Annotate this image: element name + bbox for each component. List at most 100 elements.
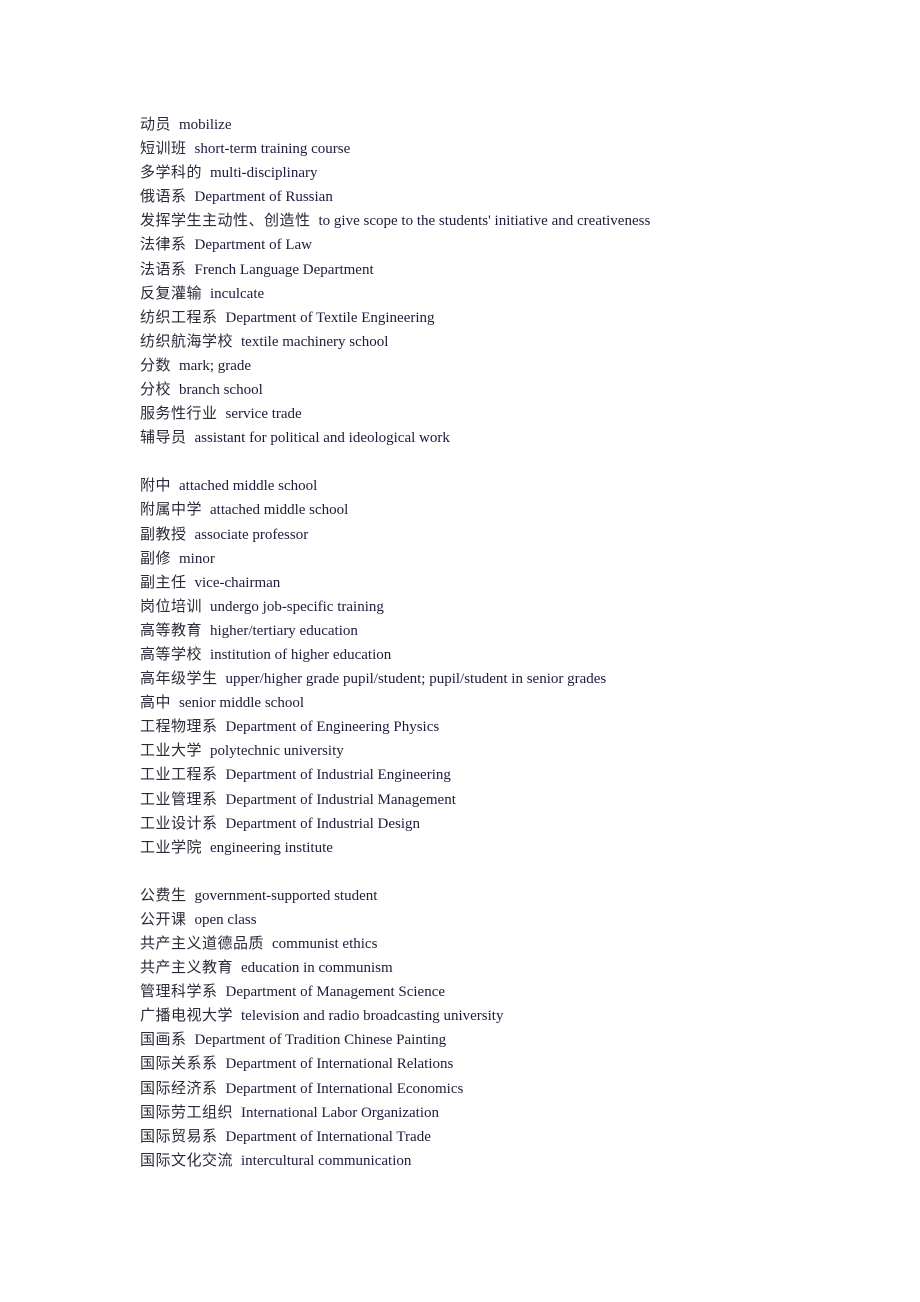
chinese-term: 高等学校: [140, 644, 203, 663]
chinese-term: 高年级学生: [140, 669, 218, 688]
glossary-entry: 工业设计系 Department of Industrial Design: [140, 811, 650, 835]
chinese-term: 国际经济系: [140, 1078, 218, 1097]
english-translation: education in communism: [241, 960, 393, 977]
chinese-term: 工业学院: [140, 837, 203, 856]
english-translation: senior middle school: [179, 695, 304, 712]
english-translation: attached middle school: [179, 478, 318, 495]
glossary-entry: 法语系 French Language Department: [140, 257, 650, 281]
chinese-term: 俄语系: [140, 187, 187, 206]
glossary-entry: 服务性行业 service trade: [140, 401, 650, 425]
chinese-term: 法语系: [140, 259, 187, 278]
english-translation: higher/tertiary education: [210, 622, 358, 639]
english-translation: vice-chairman: [194, 574, 281, 591]
chinese-term: 服务性行业: [140, 404, 218, 423]
english-translation: television and radio broadcasting univer…: [241, 1008, 504, 1025]
english-translation: inculcate: [210, 285, 265, 302]
english-translation: Department of Industrial Design: [225, 815, 421, 832]
chinese-term: 副修: [140, 548, 172, 567]
glossary-entry: 多学科的 multi-disciplinary: [140, 160, 650, 184]
chinese-term: 广播电视大学: [140, 1006, 234, 1025]
glossary-entry: 国际贸易系 Department of International Trade: [140, 1124, 650, 1148]
chinese-term: 管理科学系: [140, 982, 218, 1001]
english-translation: Department of Tradition Chinese Painting: [194, 1032, 447, 1049]
glossary-entry: 法律系 Department of Law: [140, 232, 650, 256]
chinese-term: 国际劳工组织: [140, 1102, 234, 1121]
chinese-term: 高等教育: [140, 620, 203, 639]
chinese-term: 法律系: [140, 235, 187, 254]
glossary-entry: 俄语系 Department of Russian: [140, 184, 650, 208]
glossary-entry: 副修 minor: [140, 546, 650, 570]
glossary-entry: 工业工程系 Department of Industrial Engineerin…: [140, 762, 650, 786]
glossary-entry: 反复灌输 inculcate: [140, 281, 650, 305]
glossary-entry: 工业管理系 Department of Industrial Management: [140, 787, 650, 811]
english-translation: mark; grade: [179, 357, 252, 374]
chinese-term: 工业管理系: [140, 789, 218, 808]
english-translation: intercultural communication: [241, 1152, 412, 1169]
chinese-term: 高中: [140, 693, 172, 712]
chinese-term: 多学科的: [140, 163, 203, 182]
english-translation: Department of Russian: [194, 189, 333, 206]
glossary-entry: 副教授 associate professor: [140, 522, 650, 546]
glossary-entry: 国际劳工组织 International Labor Organization: [140, 1100, 650, 1124]
glossary-group-1: 动员 mobilize 短训班 short-term training course 多…: [140, 112, 650, 449]
english-translation: Department of Law: [194, 237, 312, 254]
english-translation: mobilize: [179, 117, 232, 133]
english-translation: branch school: [179, 382, 263, 399]
glossary-entry: 分校 branch school: [140, 377, 650, 401]
glossary-entry: 公开课 open class: [140, 907, 650, 931]
english-translation: Department of Industrial Engineering: [225, 767, 451, 784]
english-translation: assistant for political and ideological …: [194, 430, 450, 447]
chinese-term: 共产主义教育: [140, 958, 234, 977]
english-translation: short-term training course: [194, 141, 351, 158]
chinese-term: 发挥学生主动性、创造性: [140, 211, 311, 230]
english-translation: Department of Management Science: [225, 984, 446, 1001]
chinese-term: 纺织工程系: [140, 307, 218, 326]
glossary-entry: 短训班 short-term training course: [140, 136, 650, 160]
glossary-entry: 公费生 government-supported student: [140, 883, 650, 907]
english-translation: Department of Engineering Physics: [225, 719, 440, 736]
glossary-entry: 高等学校 institution of higher education: [140, 642, 650, 666]
english-translation: Department of International Economics: [225, 1080, 464, 1097]
chinese-term: 工业大学: [140, 741, 203, 760]
glossary-entry: 纺织航海学校 textile machinery school: [140, 329, 650, 353]
english-translation: communist ethics: [272, 936, 378, 952]
chinese-term: 国际贸易系: [140, 1126, 218, 1145]
chinese-term: 分数: [140, 355, 172, 374]
chinese-term: 岗位培训: [140, 596, 203, 615]
glossary-entry: 附中 attached middle school: [140, 473, 650, 497]
glossary-entry: 高等教育 higher/tertiary education: [140, 618, 650, 642]
english-translation: associate professor: [194, 526, 309, 543]
chinese-term: 公费生: [140, 885, 187, 904]
english-translation: upper/higher grade pupil/student; pupil/…: [225, 671, 607, 688]
english-translation: French Language Department: [194, 261, 374, 278]
chinese-term: 公开课: [140, 909, 187, 928]
english-translation: undergo job-specific training: [210, 598, 384, 615]
glossary-entry: 动员 mobilize: [140, 112, 650, 136]
glossary-page: 动员 mobilize 短训班 short-term training course 多…: [140, 112, 650, 1172]
glossary-group-3: 公费生 government-supported student 公开课 open c…: [140, 883, 650, 1172]
glossary-entry: 工程物理系 Department of Engineering Physics: [140, 714, 650, 738]
english-translation: polytechnic university: [210, 743, 344, 760]
glossary-entry: 共产主义道德品质 communist ethics: [140, 931, 650, 955]
english-translation: Department of International Trade: [225, 1128, 431, 1145]
glossary-entry: 辅导员 assistant for political and ideologic…: [140, 425, 650, 449]
chinese-term: 附属中学: [140, 500, 203, 519]
english-translation: engineering institute: [210, 839, 333, 856]
glossary-entry: 高年级学生 upper/higher grade pupil/student; p…: [140, 666, 650, 690]
chinese-term: 反复灌输: [140, 283, 203, 302]
chinese-term: 工业设计系: [140, 813, 218, 832]
chinese-term: 国画系: [140, 1030, 187, 1049]
glossary-entry: 纺织工程系 Department of Textile Engineering: [140, 305, 650, 329]
english-translation: attached middle school: [210, 502, 349, 519]
glossary-entry: 管理科学系 Department of Management Science: [140, 979, 650, 1003]
english-translation: multi-disciplinary: [210, 165, 318, 182]
glossary-entry: 国际关系系 Department of International Relatio…: [140, 1051, 650, 1075]
english-translation: Department of Textile Engineering: [225, 309, 435, 326]
glossary-entry: 工业学院 engineering institute: [140, 835, 650, 859]
english-translation: open class: [194, 911, 257, 928]
chinese-term: 分校: [140, 380, 172, 399]
chinese-term: 国际关系系: [140, 1054, 218, 1073]
glossary-entry: 国际文化交流 intercultural communication: [140, 1148, 650, 1172]
glossary-entry: 广播电视大学 television and radio broadcasting …: [140, 1003, 650, 1027]
glossary-entry: 发挥学生主动性、创造性 to give scope to the students…: [140, 208, 650, 232]
